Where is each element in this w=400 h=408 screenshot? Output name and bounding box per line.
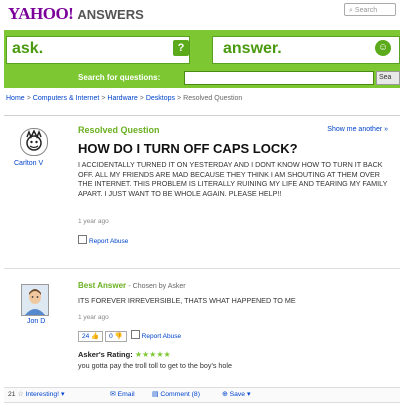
breadcrumb-sep: > — [101, 95, 106, 102]
breadcrumb-sep: > — [26, 95, 31, 102]
flag-icon — [130, 330, 140, 339]
email-button[interactable]: ✉ Email — [110, 390, 135, 398]
report-label: Report Abuse — [89, 238, 129, 245]
show-another-link[interactable]: Show me another » — [327, 126, 388, 133]
divider — [4, 268, 400, 269]
email-label: Email — [117, 391, 135, 398]
question-body: I ACCIDENTALLY TURNED IT ON YESTERDAY AN… — [78, 160, 388, 198]
answer-label: answer. — [223, 40, 282, 57]
chosen-by-label: - Chosen by Asker — [128, 283, 186, 290]
asker-avatar[interactable] — [20, 128, 48, 156]
thumbs-down-button[interactable]: 0 👎 — [105, 331, 127, 342]
thumbs-up-icon: 👍 — [91, 333, 100, 340]
header: YAHOO! ANSWERS ⌕ Search — [0, 0, 400, 26]
person-avatar-icon — [22, 285, 48, 315]
comment-button[interactable]: ▤ Comment (8) — [152, 390, 200, 398]
interesting-label: Interesting! — [25, 391, 60, 398]
thumbs-up-button[interactable]: 24 👍 — [78, 331, 104, 342]
breadcrumb-hardware[interactable]: Hardware — [107, 95, 137, 102]
thumbs-up-count: 24 — [82, 333, 90, 340]
save-label: Save — [229, 391, 246, 398]
yahoo-logo[interactable]: YAHOO! ANSWERS — [8, 4, 144, 24]
ask-box[interactable]: ask. — [6, 36, 190, 64]
action-bar: 21 ☆ Interesting! ▾ ✉ Email ▤ Comment (8… — [4, 387, 400, 403]
search-placeholder: Search — [354, 7, 378, 14]
logo-text: YAHOO! — [8, 4, 74, 23]
comment-icon: ▤ — [152, 391, 159, 398]
asker-name[interactable]: Carlton V — [14, 160, 43, 167]
comment-label: Comment (8) — [160, 391, 200, 398]
interesting-button[interactable]: 21 ☆ Interesting! ▾ — [8, 390, 64, 398]
flag-icon — [78, 235, 87, 244]
thumbs-down-count: 0 — [109, 333, 113, 340]
breadcrumb-sep: > — [177, 95, 182, 102]
search-button[interactable]: Sea — [376, 71, 400, 85]
question-search-input[interactable] — [184, 71, 374, 85]
answerer-avatar[interactable] — [21, 284, 49, 316]
vote-row: 24 👍 0 👎 Report Abuse — [78, 330, 181, 342]
report-label: Report Abuse — [141, 333, 182, 340]
smile-icon[interactable]: ☺ — [375, 40, 391, 56]
question-icon[interactable]: ? — [173, 40, 189, 56]
ask-label: ask. — [12, 40, 44, 57]
breadcrumb-sep: > — [139, 95, 144, 102]
best-answer-label: Best Answer — [78, 281, 127, 290]
report-abuse-button[interactable]: Report Abuse — [78, 235, 128, 245]
breadcrumb-desktops[interactable]: Desktops — [146, 95, 175, 102]
question-search-row: Search for questions: Sea — [4, 68, 400, 88]
star-icon: ☆ — [17, 391, 24, 398]
best-answer-heading: Best Answer - Chosen by Asker — [78, 281, 186, 290]
rating-stars: ★★★★★ — [134, 350, 171, 359]
breadcrumb-home[interactable]: Home — [6, 95, 25, 102]
interesting-count: 21 — [8, 391, 16, 398]
breadcrumb-current: Resolved Question — [183, 95, 243, 102]
answer-box[interactable]: answer. — [212, 36, 400, 64]
question-title: HOW DO I TURN OFF CAPS LOCK? — [78, 141, 298, 156]
sun-logo-icon — [26, 129, 42, 151]
answer-time: 1 year ago — [78, 314, 109, 321]
rating-label: Asker's Rating: — [78, 350, 133, 359]
breadcrumb: Home > Computers & Internet > Hardware > Deskt… — [6, 95, 242, 102]
thumbs-down-icon: 👎 — [114, 333, 123, 340]
question-status: Resolved Question — [78, 125, 160, 135]
asker-rating: Asker's Rating: ★★★★★ — [78, 350, 171, 359]
answer-text: ITS FOREVER IRREVERSIBLE, THATS WHAT HAP… — [78, 296, 296, 305]
answer-report-abuse-button[interactable]: Report Abuse — [130, 330, 182, 340]
plus-icon: ⊕ — [222, 391, 228, 398]
breadcrumb-computers[interactable]: Computers & Internet — [33, 95, 100, 102]
email-icon: ✉ — [110, 391, 116, 398]
answerer-name[interactable]: Jon D — [27, 318, 45, 325]
search-label: Search for questions: — [78, 73, 161, 82]
asker-comment: you gotta pay the troll toll to get to t… — [78, 361, 233, 370]
search-icon: ⌕ — [349, 7, 353, 14]
save-button[interactable]: ⊕ Save ▾ — [222, 390, 250, 398]
top-search-input[interactable]: ⌕ Search — [344, 3, 396, 16]
product-name: ANSWERS — [77, 7, 144, 22]
question-time: 1 year ago — [78, 218, 109, 225]
